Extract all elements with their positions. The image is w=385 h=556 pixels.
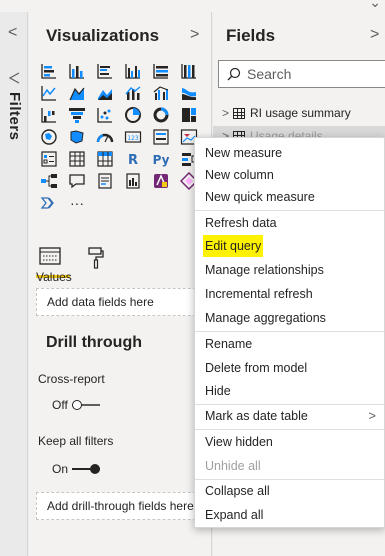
cross-report-toggle[interactable]: Off (52, 398, 100, 412)
fields-search-input[interactable]: Search (218, 60, 385, 88)
table-icon (233, 107, 246, 119)
multi-row-card-icon[interactable] (150, 126, 172, 148)
100-stacked-bar-chart-icon[interactable] (150, 60, 172, 82)
build-tabs (38, 246, 106, 270)
visualizations-title: Visualizations (46, 26, 160, 45)
100-stacked-column-chart-icon[interactable] (178, 60, 200, 82)
menu-separator (195, 210, 384, 211)
menu-item-delete-from-model[interactable]: Delete from model (203, 357, 309, 379)
more-visuals-icon[interactable]: ··· (66, 192, 88, 214)
chevron-shape-icon[interactable] (38, 192, 60, 214)
stacked-bar-chart-icon[interactable] (38, 60, 60, 82)
qa-visual-icon[interactable] (66, 170, 88, 192)
smart-narrative-icon[interactable] (94, 170, 116, 192)
menu-separator (195, 429, 384, 430)
power-apps-icon[interactable] (150, 170, 172, 192)
values-drop-well[interactable]: Add data fields here (36, 288, 206, 316)
drill-through-drop-well[interactable]: Add drill-through fields here (36, 492, 206, 520)
svg-text:Py: Py (153, 153, 170, 167)
menu-item-rename[interactable]: Rename (203, 333, 254, 355)
ribbon-chart-icon[interactable] (178, 82, 200, 104)
filters-collapse-icon[interactable]: < (8, 24, 17, 42)
menu-item-edit-query[interactable]: Edit query (203, 235, 264, 257)
fields-title: Fields (226, 26, 276, 45)
cross-report-switch-icon[interactable] (71, 400, 100, 410)
paginated-report-icon[interactable] (122, 170, 144, 192)
area-chart-icon[interactable] (66, 82, 88, 104)
svg-text:R: R (128, 153, 138, 168)
filters-label[interactable]: Filters (6, 92, 23, 141)
cross-report-state: Off (52, 398, 68, 412)
gauge-icon[interactable] (94, 126, 116, 148)
search-placeholder: Search (247, 66, 292, 82)
menu-item-hide[interactable]: Hide (203, 380, 233, 402)
menu-item-refresh-data[interactable]: Refresh data (203, 212, 279, 234)
filters-funnel-icon (8, 72, 20, 87)
r-script-visual-icon[interactable]: R (122, 148, 144, 170)
keep-all-filters-label: Keep all filters (38, 434, 114, 448)
menu-item-mark-as-date-table[interactable]: Mark as date table (203, 405, 310, 427)
svg-text:123: 123 (127, 135, 139, 142)
menu-item-manage-relationships[interactable]: Manage relationships (203, 259, 326, 281)
funnel-chart-icon[interactable] (66, 104, 88, 126)
python-visual-icon[interactable]: Py (150, 148, 172, 170)
waterfall-chart-icon[interactable] (38, 104, 60, 126)
drill-through-title: Drill through (46, 334, 142, 351)
menu-item-collapse-all[interactable]: Collapse all (203, 480, 272, 502)
clustered-bar-chart-icon[interactable] (94, 60, 116, 82)
menu-item-new-quick-measure[interactable]: New quick measure (203, 186, 317, 208)
visualizations-expand-icon[interactable]: > (190, 26, 199, 44)
fields-expand-icon[interactable]: > (370, 26, 379, 44)
filled-map-icon[interactable] (66, 126, 88, 148)
map-icon[interactable] (38, 126, 60, 148)
line-and-stacked-column-icon[interactable] (122, 82, 144, 104)
expand-chevron-icon[interactable]: > (222, 106, 229, 120)
clustered-column-chart-icon[interactable] (122, 60, 144, 82)
donut-chart-icon[interactable] (150, 104, 172, 126)
format-paint-roller-tab[interactable] (86, 246, 106, 270)
menu-item-manage-aggregations[interactable]: Manage aggregations (203, 307, 328, 329)
matrix-icon[interactable] (94, 148, 116, 170)
treemap-icon[interactable] (178, 104, 200, 126)
search-icon (227, 67, 241, 81)
top-chevron-icon[interactable]: ⌄ (369, 0, 381, 11)
cross-report-label: Cross-report (38, 372, 105, 386)
menu-item-view-hidden[interactable]: View hidden (203, 431, 275, 453)
menu-item-unhide-all: Unhide all (205, 459, 261, 473)
top-strip (0, 0, 385, 12)
menu-item-new-measure[interactable]: New measure (203, 142, 284, 164)
pie-chart-icon[interactable] (122, 104, 144, 126)
table-visual-icon[interactable] (66, 148, 88, 170)
decomposition-tree-icon[interactable] (38, 170, 60, 192)
menu-item-expand-all[interactable]: Expand all (203, 504, 265, 526)
fields-well-tab[interactable] (38, 246, 64, 270)
menu-separator (195, 331, 384, 332)
card-icon[interactable]: 123 (122, 126, 144, 148)
keep-filters-switch-icon[interactable] (72, 464, 101, 474)
slicer-icon[interactable] (38, 148, 60, 170)
menu-item-new-column[interactable]: New column (203, 164, 276, 186)
scatter-chart-icon[interactable] (94, 104, 116, 126)
line-chart-icon[interactable] (38, 82, 60, 104)
stacked-area-chart-icon[interactable] (94, 82, 116, 104)
context-menu: New measure New column New quick measure… (194, 137, 385, 528)
table-name: RI usage summary (250, 106, 351, 120)
stacked-column-chart-icon[interactable] (66, 60, 88, 82)
menu-item-incremental-refresh[interactable]: Incremental refresh (203, 283, 315, 305)
submenu-chevron-icon: > (368, 408, 376, 423)
keep-all-filters-toggle[interactable]: On (52, 462, 101, 476)
keep-all-filters-state: On (52, 462, 69, 476)
visual-gallery: 123 R Py ··· (38, 60, 208, 214)
values-label: Values (36, 270, 72, 284)
line-and-clustered-column-icon[interactable] (150, 82, 172, 104)
table-row[interactable]: > RI usage summary (222, 106, 351, 120)
